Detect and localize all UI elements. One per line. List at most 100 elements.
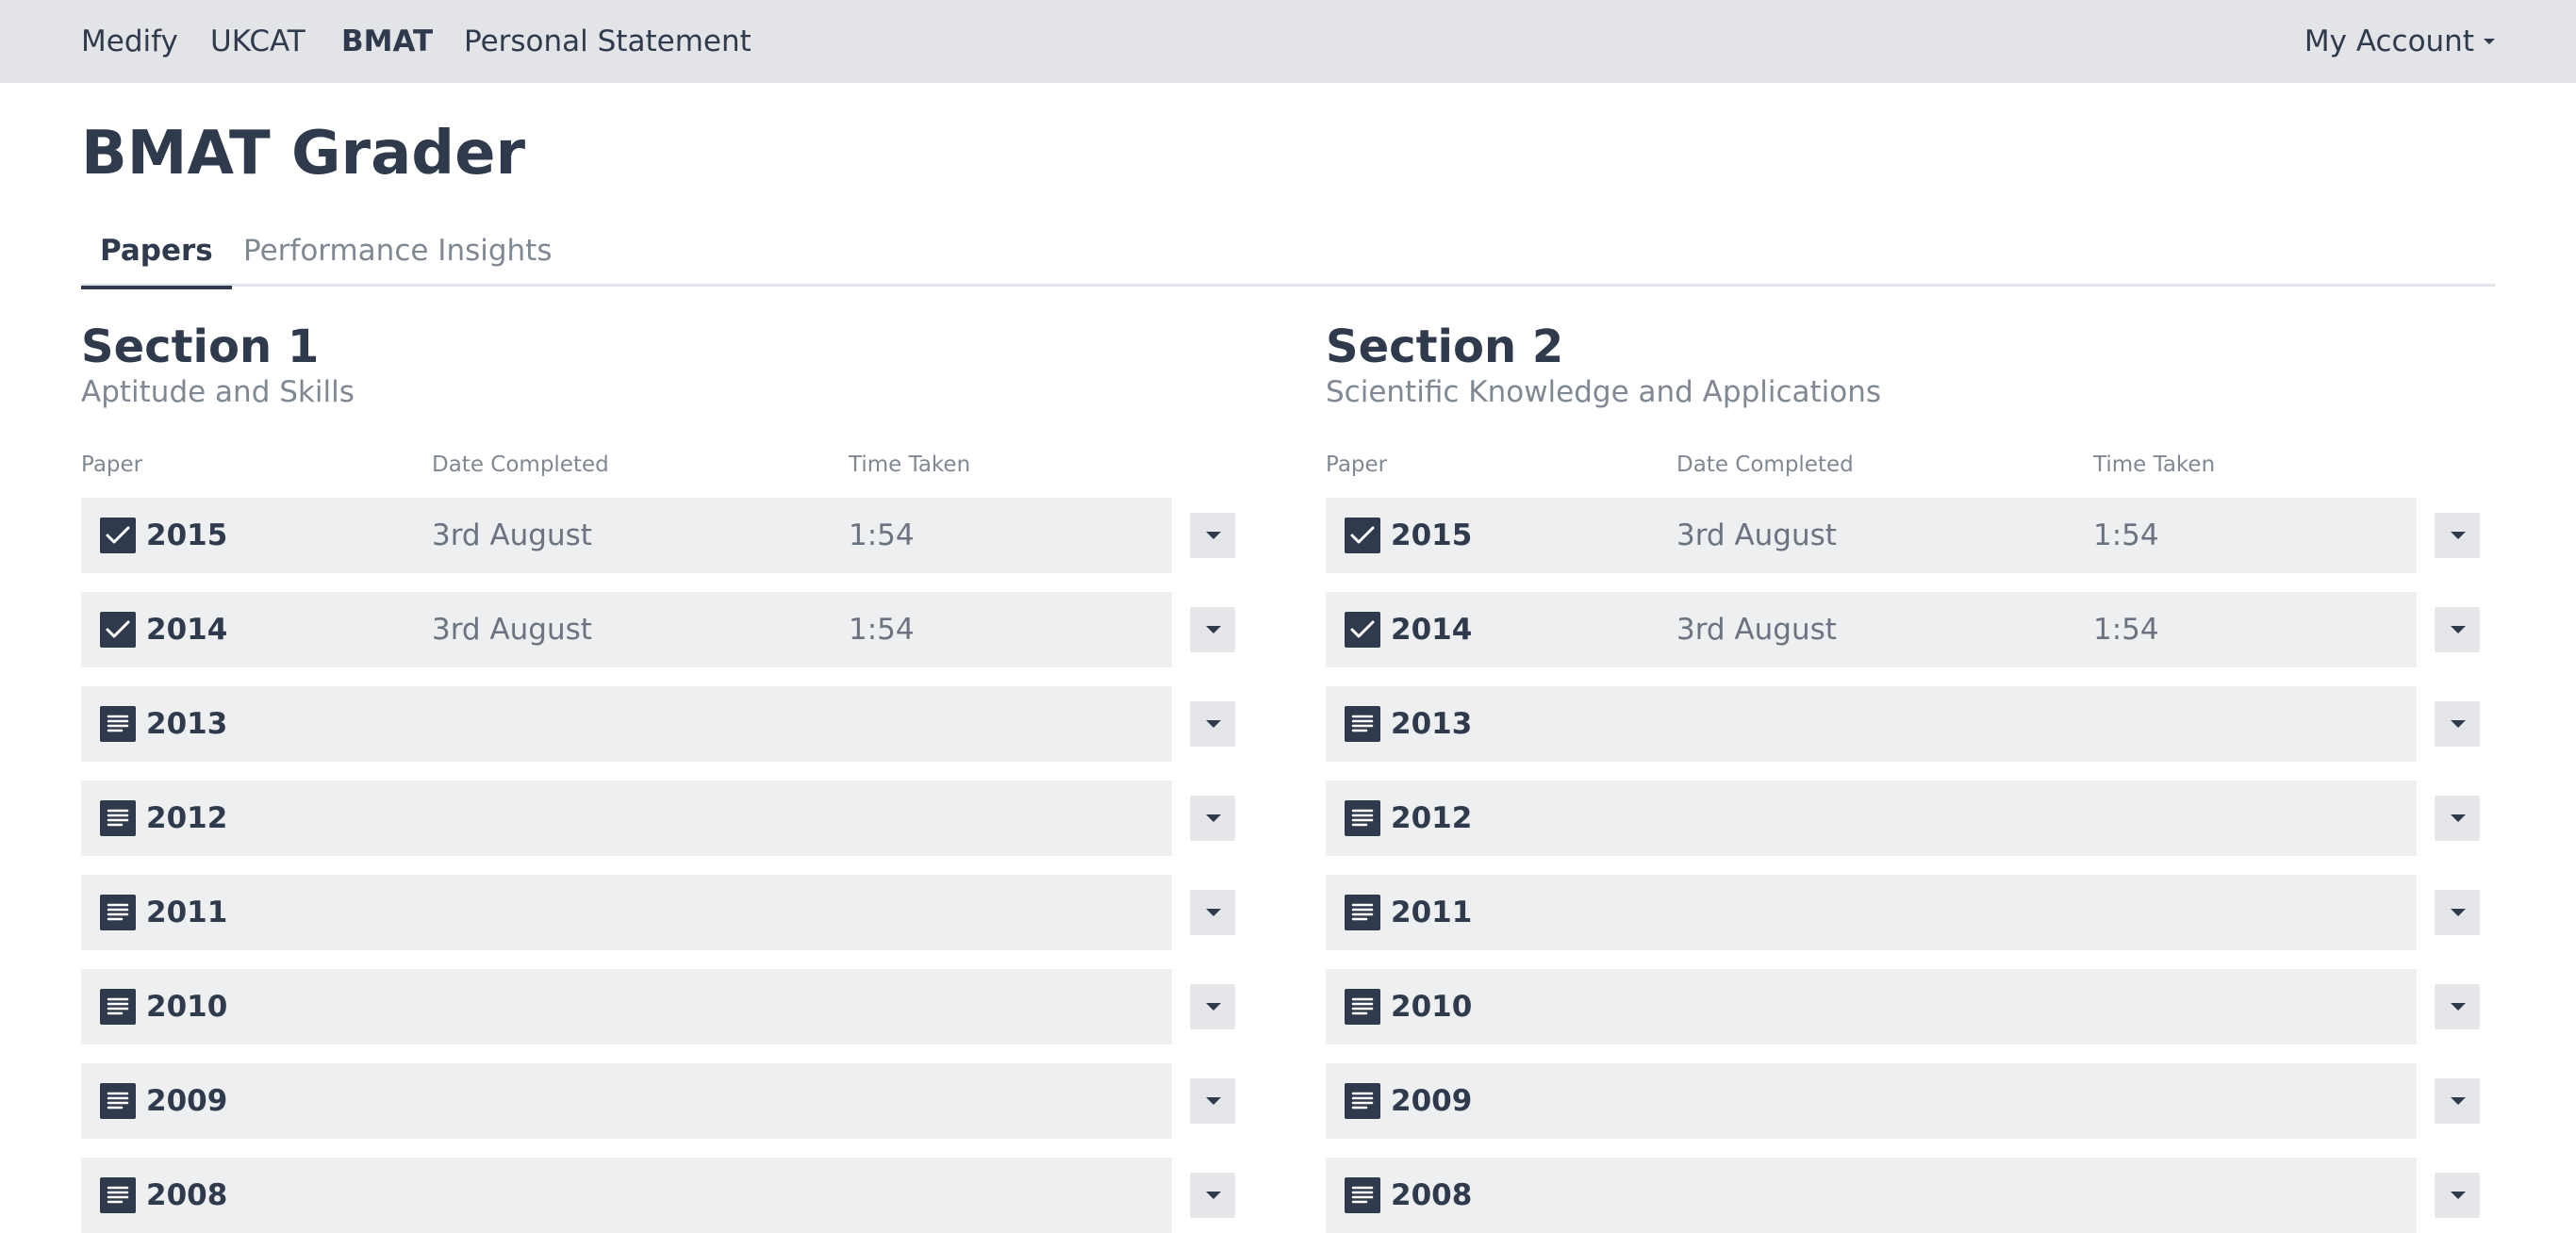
- paper-year: 2012: [146, 801, 228, 835]
- my-account-menu[interactable]: My Account: [2304, 0, 2495, 83]
- paper-time-taken: 1:54: [2093, 613, 2159, 647]
- paper-row-link[interactable]: 2010: [1326, 969, 2417, 1044]
- paper-year: 2009: [1391, 1084, 1473, 1118]
- chevron-down-icon: [2451, 532, 2466, 539]
- paper-year: 2013: [146, 707, 228, 741]
- document-icon: [100, 989, 136, 1025]
- document-icon: [100, 1083, 136, 1119]
- tab-performance-insights[interactable]: Performance Insights: [243, 215, 552, 287]
- paper-options-button[interactable]: [2435, 984, 2480, 1029]
- paper-year: 2013: [1391, 707, 1473, 741]
- paper-year: 2014: [146, 613, 228, 647]
- paper-row: 2010: [81, 969, 1237, 1044]
- chevron-down-icon: [1206, 814, 1221, 822]
- section-title: Section 1: [81, 321, 320, 373]
- nav-item-bmat[interactable]: BMAT: [341, 0, 433, 83]
- paper-options-button[interactable]: [1190, 607, 1235, 652]
- paper-year: 2010: [146, 990, 228, 1024]
- paper-year: 2015: [1391, 518, 1473, 552]
- paper-row: 2012: [81, 781, 1237, 856]
- paper-date-completed: 3rd August: [432, 518, 592, 552]
- paper-row: 2008: [1326, 1158, 2482, 1233]
- paper-row-link[interactable]: 2014 3rd August 1:54: [81, 592, 1172, 667]
- chevron-down-icon: [1206, 626, 1221, 633]
- paper-row: 2015 3rd August 1:54: [81, 498, 1237, 573]
- my-account-label: My Account: [2304, 25, 2474, 58]
- paper-row-link[interactable]: 2015 3rd August 1:54: [81, 498, 1172, 573]
- document-icon: [100, 895, 136, 930]
- paper-options-button[interactable]: [1190, 890, 1235, 935]
- paper-options-button[interactable]: [1190, 701, 1235, 747]
- chevron-down-icon: [2451, 814, 2466, 822]
- chevron-down-icon: [1206, 1097, 1221, 1105]
- paper-row-link[interactable]: 2014 3rd August 1:54: [1326, 592, 2417, 667]
- checkbox-checked-icon: [100, 518, 136, 553]
- document-icon: [100, 800, 136, 836]
- caret-down-icon: [2484, 38, 2495, 44]
- paper-row: 2014 3rd August 1:54: [81, 592, 1237, 667]
- document-icon: [1345, 1083, 1380, 1119]
- paper-year: 2012: [1391, 801, 1473, 835]
- paper-options-button[interactable]: [1190, 984, 1235, 1029]
- paper-row: 2012: [1326, 781, 2482, 856]
- paper-options-button[interactable]: [1190, 1078, 1235, 1124]
- nav-brand-link[interactable]: Medify: [81, 0, 178, 83]
- chevron-down-icon: [1206, 909, 1221, 916]
- paper-row: 2013: [1326, 686, 2482, 762]
- paper-row-link[interactable]: 2008: [81, 1158, 1172, 1233]
- paper-row-link[interactable]: 2011: [1326, 875, 2417, 950]
- paper-row: 2009: [81, 1063, 1237, 1139]
- paper-options-button[interactable]: [2435, 796, 2480, 841]
- paper-date-completed: 3rd August: [432, 613, 592, 647]
- paper-row: 2009: [1326, 1063, 2482, 1139]
- chevron-down-icon: [1206, 1192, 1221, 1199]
- chevron-down-icon: [1206, 532, 1221, 539]
- paper-time-taken: 1:54: [849, 518, 915, 552]
- paper-options-button[interactable]: [1190, 1173, 1235, 1218]
- paper-options-button[interactable]: [1190, 513, 1235, 558]
- top-navbar: Medify UKCAT BMAT Personal Statement My …: [0, 0, 2576, 83]
- paper-row-link[interactable]: 2012: [1326, 781, 2417, 856]
- tab-bar: Papers Performance Insights: [81, 215, 2495, 289]
- checkbox-checked-icon: [100, 612, 136, 648]
- paper-options-button[interactable]: [1190, 796, 1235, 841]
- paper-row-link[interactable]: 2009: [81, 1063, 1172, 1139]
- paper-time-taken: 1:54: [2093, 518, 2159, 552]
- chevron-down-icon: [1206, 720, 1221, 728]
- column-header-time: Time Taken: [2093, 452, 2216, 477]
- document-icon: [100, 706, 136, 742]
- checkbox-checked-icon: [1345, 612, 1380, 648]
- paper-row-link[interactable]: 2013: [81, 686, 1172, 762]
- paper-options-button[interactable]: [2435, 1078, 2480, 1124]
- chevron-down-icon: [2451, 626, 2466, 633]
- paper-row-link[interactable]: 2008: [1326, 1158, 2417, 1233]
- paper-options-button[interactable]: [2435, 607, 2480, 652]
- document-icon: [1345, 895, 1380, 930]
- document-icon: [1345, 706, 1380, 742]
- document-icon: [100, 1177, 136, 1213]
- paper-options-button[interactable]: [2435, 1173, 2480, 1218]
- nav-item-ukcat[interactable]: UKCAT: [210, 0, 305, 83]
- paper-row-link[interactable]: 2011: [81, 875, 1172, 950]
- paper-row-link[interactable]: 2013: [1326, 686, 2417, 762]
- document-icon: [1345, 989, 1380, 1025]
- chevron-down-icon: [2451, 1192, 2466, 1199]
- paper-row-link[interactable]: 2010: [81, 969, 1172, 1044]
- chevron-down-icon: [1206, 1003, 1221, 1011]
- column-header-paper: Paper: [81, 452, 143, 477]
- column-header-paper: Paper: [1326, 452, 1388, 477]
- paper-options-button[interactable]: [2435, 701, 2480, 747]
- paper-row-link[interactable]: 2015 3rd August 1:54: [1326, 498, 2417, 573]
- paper-row-link[interactable]: 2012: [81, 781, 1172, 856]
- nav-item-personal-statement[interactable]: Personal Statement: [464, 0, 751, 83]
- tab-papers[interactable]: Papers: [81, 215, 232, 289]
- paper-options-button[interactable]: [2435, 513, 2480, 558]
- paper-options-button[interactable]: [2435, 890, 2480, 935]
- paper-year: 2008: [146, 1178, 228, 1212]
- paper-time-taken: 1:54: [849, 613, 915, 647]
- chevron-down-icon: [2451, 1097, 2466, 1105]
- column-header-time: Time Taken: [849, 452, 971, 477]
- paper-row: 2015 3rd August 1:54: [1326, 498, 2482, 573]
- column-header-date: Date Completed: [1676, 452, 1854, 477]
- paper-row-link[interactable]: 2009: [1326, 1063, 2417, 1139]
